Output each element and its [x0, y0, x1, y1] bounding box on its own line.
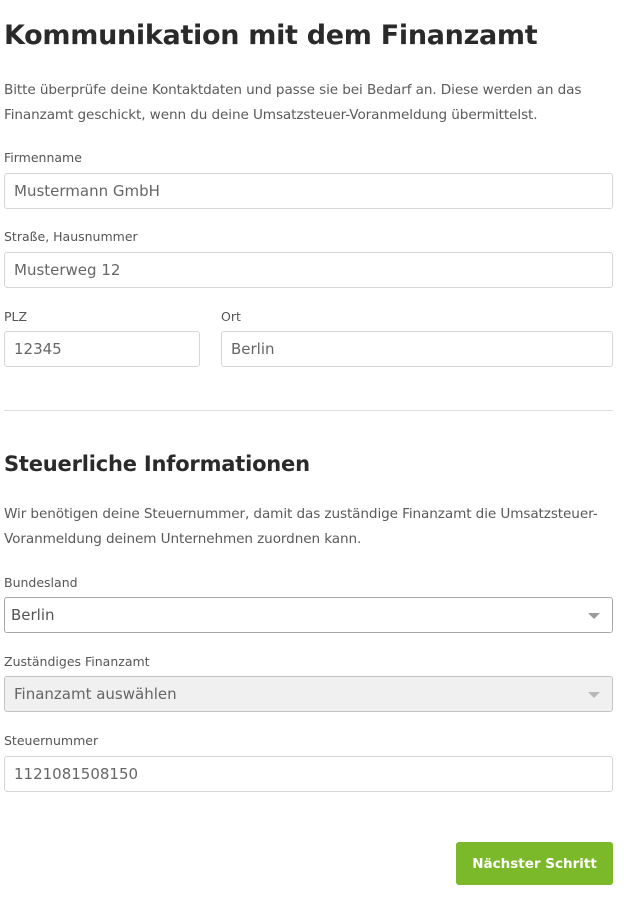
zip-label: PLZ: [4, 309, 28, 324]
state-select-value: Berlin: [11, 606, 55, 624]
tax-number-input[interactable]: [4, 756, 613, 792]
tax-section-title: Steuerliche Informationen: [4, 452, 310, 476]
page-title: Kommunikation mit dem Finanzamt: [4, 20, 538, 51]
city-input[interactable]: [221, 331, 613, 367]
company-label: Firmenname: [4, 150, 82, 165]
city-label: Ort: [221, 309, 241, 324]
state-select[interactable]: Berlin: [4, 597, 613, 633]
street-label: Straße, Hausnummer: [4, 229, 138, 244]
tax-office-label: Zuständiges Finanzamt: [4, 654, 150, 669]
zip-input[interactable]: [4, 331, 200, 367]
tax-number-label: Steuernummer: [4, 733, 99, 748]
contact-intro-text: Bitte überprüfe deine Kontaktdaten und p…: [4, 82, 582, 123]
company-input[interactable]: [4, 173, 613, 209]
tax-office-select[interactable]: Finanzamt auswählen: [4, 676, 613, 712]
tax-office-select-value: Finanzamt auswählen: [14, 685, 177, 703]
next-step-button[interactable]: Nächster Schritt: [456, 842, 613, 885]
chevron-down-icon: [588, 613, 600, 619]
section-divider: [4, 410, 613, 411]
street-input[interactable]: [4, 252, 613, 288]
tax-intro-text: Wir benötigen deine Steuernummer, damit …: [4, 506, 598, 547]
chevron-down-icon: [588, 692, 600, 698]
state-label: Bundesland: [4, 575, 78, 590]
